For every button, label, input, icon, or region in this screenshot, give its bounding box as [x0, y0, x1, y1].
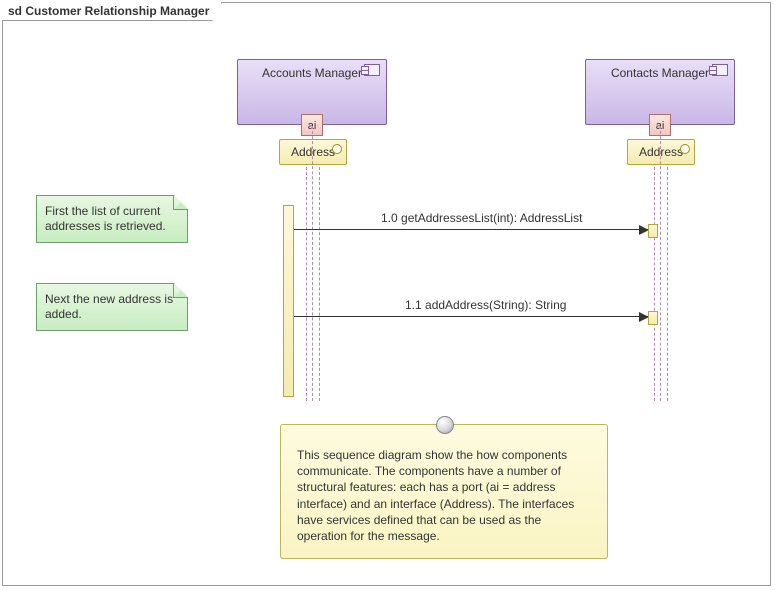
accounts-interface: Address [279, 139, 347, 165]
message-2-arrow [294, 316, 648, 317]
contacts-lifeline [667, 167, 668, 401]
note-fold-icon [173, 283, 188, 298]
diagram-canvas: Accounts Manager ai Address Contacts Man… [3, 3, 770, 585]
contacts-activation-2 [648, 311, 658, 325]
contacts-interface-label: Address [639, 145, 683, 159]
contacts-interface: Address [627, 139, 695, 165]
accounts-lifeline [319, 167, 320, 401]
note-2: Next the new address is added. [36, 283, 188, 331]
pin-icon [436, 416, 454, 434]
sequence-diagram-frame: sd Customer Relationship Manager Account… [2, 2, 771, 586]
note-2-text: Next the new address is added. [45, 292, 173, 321]
accounts-interface-label: Address [291, 145, 335, 159]
component-icon [364, 64, 380, 76]
note-1: First the list of current addresses is r… [36, 195, 188, 243]
interface-icon [680, 144, 690, 154]
accounts-activation [283, 205, 294, 397]
interface-icon [332, 144, 342, 154]
contacts-lifeline [654, 167, 655, 401]
note-fold-icon [173, 195, 188, 210]
contacts-lifeline [660, 126, 661, 401]
message-2-label: 1.1 addAddress(String): String [405, 298, 566, 312]
accounts-lifeline [312, 126, 313, 401]
explanation-note-text: This sequence diagram show the how compo… [297, 448, 574, 543]
accounts-lifeline [306, 167, 307, 401]
component-icon [712, 64, 728, 76]
message-1-arrow [294, 229, 648, 230]
note-1-text: First the list of current addresses is r… [45, 204, 166, 233]
explanation-note: This sequence diagram show the how compo… [280, 424, 608, 559]
message-1-label: 1.0 getAddressesList(int): AddressList [381, 211, 582, 225]
contacts-activation-1 [648, 224, 658, 238]
